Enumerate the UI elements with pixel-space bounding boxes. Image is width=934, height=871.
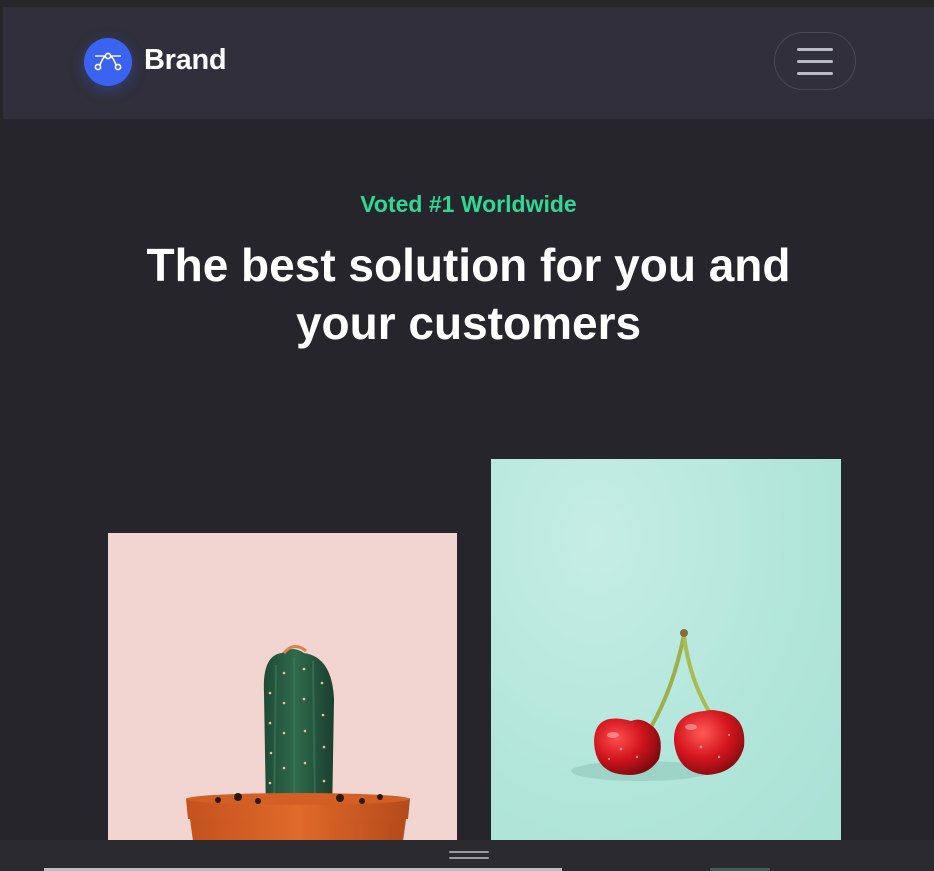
menu-bar <box>797 47 833 51</box>
handle-line <box>449 851 489 853</box>
cherries-image <box>491 459 841 840</box>
handle-line <box>449 857 489 859</box>
hero-headline: The best solution for you and your custo… <box>146 239 791 349</box>
page: Brand Voted #1 Worldwide The best soluti… <box>3 7 934 840</box>
bottom-panel <box>0 840 934 871</box>
hero-eyebrow: Voted #1 Worldwide <box>360 191 577 217</box>
bezier-curve-icon[interactable] <box>84 38 132 86</box>
hamburger-menu-icon[interactable] <box>774 32 856 90</box>
menu-bar <box>797 59 833 63</box>
navbar: Brand <box>3 7 934 119</box>
window-top-edge <box>0 0 934 7</box>
menu-bar <box>797 71 833 75</box>
cactus-in-pot-image <box>108 533 457 840</box>
brand-name[interactable]: Brand <box>144 44 227 77</box>
resize-handle[interactable] <box>449 851 489 861</box>
